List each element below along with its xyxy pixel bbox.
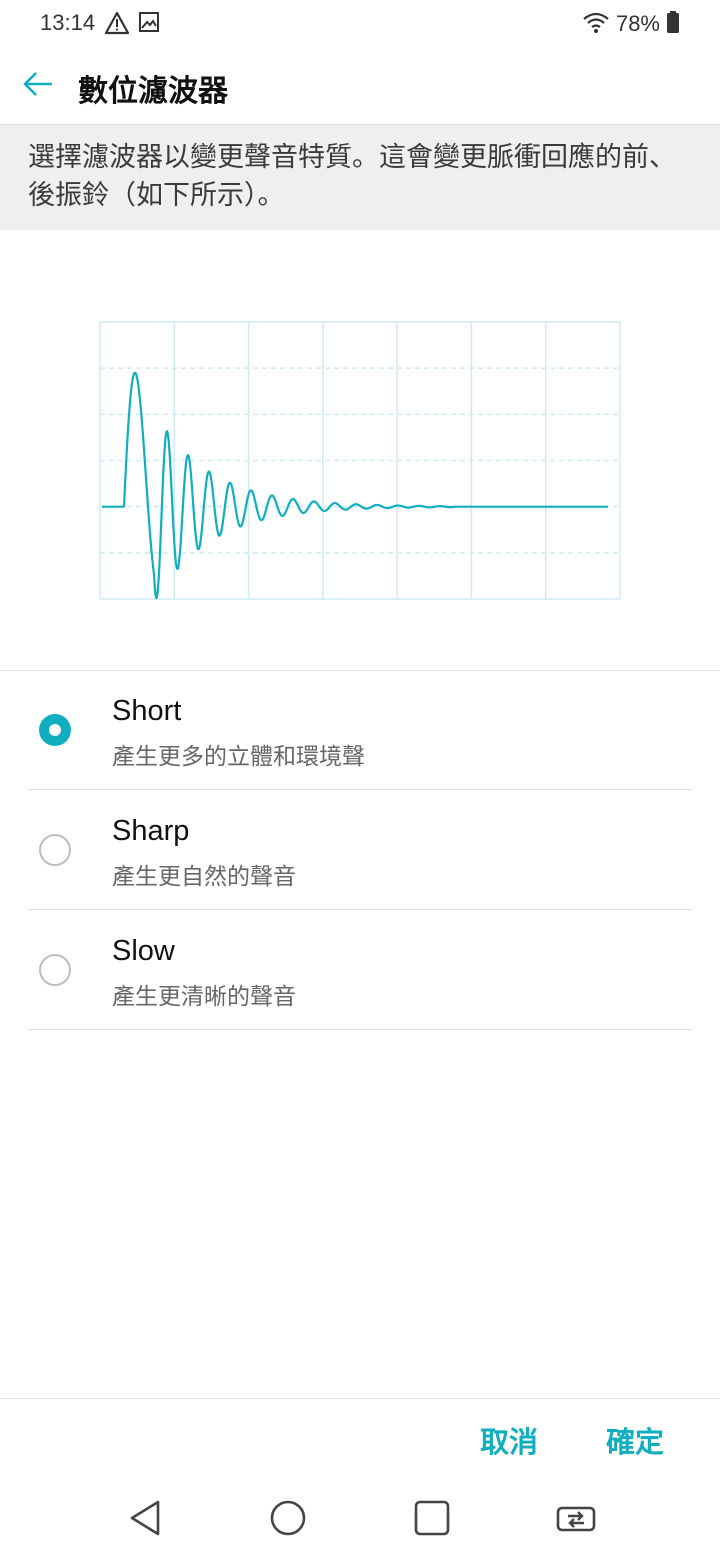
dialog-action-bar: 取消 確定 bbox=[0, 1398, 720, 1478]
chart-grid bbox=[99, 321, 621, 600]
battery-percentage: 78% bbox=[615, 11, 660, 36]
radio-unselected[interactable] bbox=[39, 954, 71, 986]
page-title: 數位濾波器 bbox=[78, 74, 228, 109]
wifi-icon bbox=[582, 10, 610, 38]
back-triangle-icon[interactable] bbox=[126, 1498, 166, 1538]
impulse-response-chart bbox=[0, 230, 720, 670]
warning-icon bbox=[104, 11, 130, 39]
navigation-bar bbox=[0, 1478, 720, 1560]
arrow-left-icon bbox=[22, 70, 54, 102]
option-title: Slow bbox=[112, 935, 175, 967]
cancel-button[interactable]: 取消 bbox=[480, 1419, 538, 1461]
image-icon bbox=[138, 11, 160, 39]
option-subtitle: 產生更自然的聲音 bbox=[112, 864, 296, 890]
status-bar: 13:14 78% bbox=[0, 0, 720, 50]
status-time: 13:14 bbox=[40, 10, 96, 35]
option-sharp[interactable]: Sharp 產生更自然的聲音 bbox=[28, 791, 692, 910]
option-title: Short bbox=[112, 695, 182, 727]
option-slow[interactable]: Slow 產生更清晰的聲音 bbox=[28, 911, 692, 1030]
switch-apps-icon[interactable] bbox=[554, 1498, 596, 1538]
home-circle-icon[interactable] bbox=[268, 1498, 308, 1538]
description-banner: 選擇濾波器以變更聲音特質。這會變更脈衝回應的前、後振鈴（如下所示）。 bbox=[0, 124, 720, 230]
impulse-response-line bbox=[102, 371, 609, 600]
app-header: 數位濾波器 bbox=[0, 50, 720, 124]
status-system-icons: 78% bbox=[582, 10, 680, 38]
battery-icon bbox=[666, 10, 680, 38]
option-title: Sharp bbox=[112, 815, 190, 847]
option-subtitle: 產生更清晰的聲音 bbox=[112, 984, 296, 1010]
description-text: 選擇濾波器以變更聲音特質。這會變更脈衝回應的前、後振鈴（如下所示）。 bbox=[28, 142, 676, 211]
radio-selected[interactable] bbox=[39, 714, 71, 746]
recents-square-icon[interactable] bbox=[412, 1498, 452, 1538]
radio-unselected[interactable] bbox=[39, 834, 71, 866]
option-short[interactable]: Short 產生更多的立體和環境聲 bbox=[28, 671, 692, 790]
status-notification-icons bbox=[104, 11, 160, 39]
impulse-response-svg bbox=[99, 321, 621, 600]
ok-button[interactable]: 確定 bbox=[606, 1419, 664, 1461]
back-button[interactable] bbox=[20, 68, 56, 104]
option-subtitle: 產生更多的立體和環境聲 bbox=[112, 744, 365, 770]
